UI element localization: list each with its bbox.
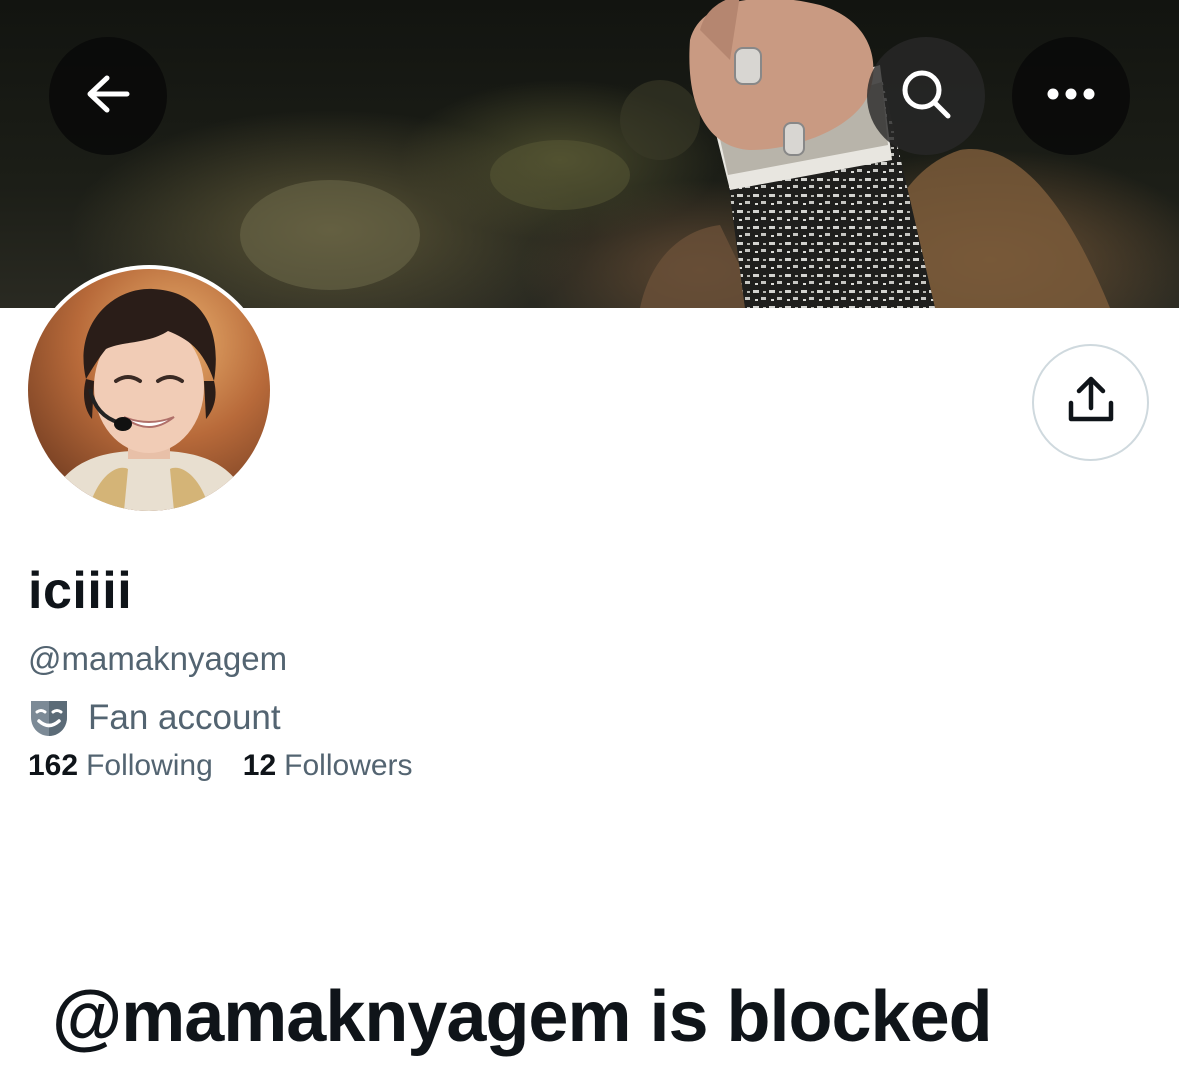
arrow-left-icon	[85, 74, 131, 119]
category-label: Fan account	[88, 698, 281, 737]
more-options-button[interactable]	[1012, 37, 1130, 155]
display-name: iciiii	[28, 562, 133, 620]
profile-banner[interactable]	[0, 0, 1179, 308]
search-button[interactable]	[867, 37, 985, 155]
theater-masks-icon	[28, 697, 70, 739]
banner-image	[240, 0, 1110, 308]
followers-link[interactable]: 12 Followers	[243, 745, 413, 787]
avatar-image	[28, 269, 270, 511]
share-profile-button[interactable]	[1032, 344, 1149, 461]
search-icon	[899, 67, 953, 126]
following-link[interactable]: 162 Following	[28, 745, 213, 787]
blocked-notice-title: @mamaknyagem is blocked	[52, 977, 993, 1057]
back-button[interactable]	[49, 37, 167, 155]
profile-category: Fan account	[28, 695, 281, 741]
profile-avatar[interactable]	[24, 265, 274, 515]
following-count: 162	[28, 749, 79, 782]
followers-count: 12	[242, 749, 277, 782]
more-horizontal-icon	[1047, 87, 1095, 105]
share-icon	[1066, 375, 1116, 430]
username-handle: @mamaknyagem	[28, 640, 288, 677]
profile-page: iciiii @mamaknyagem Fan account 162 Foll…	[0, 0, 1179, 1075]
following-label: Following	[86, 749, 213, 782]
follow-stats: 162 Following 12 Followers	[28, 745, 413, 787]
followers-label: Followers	[284, 749, 413, 782]
